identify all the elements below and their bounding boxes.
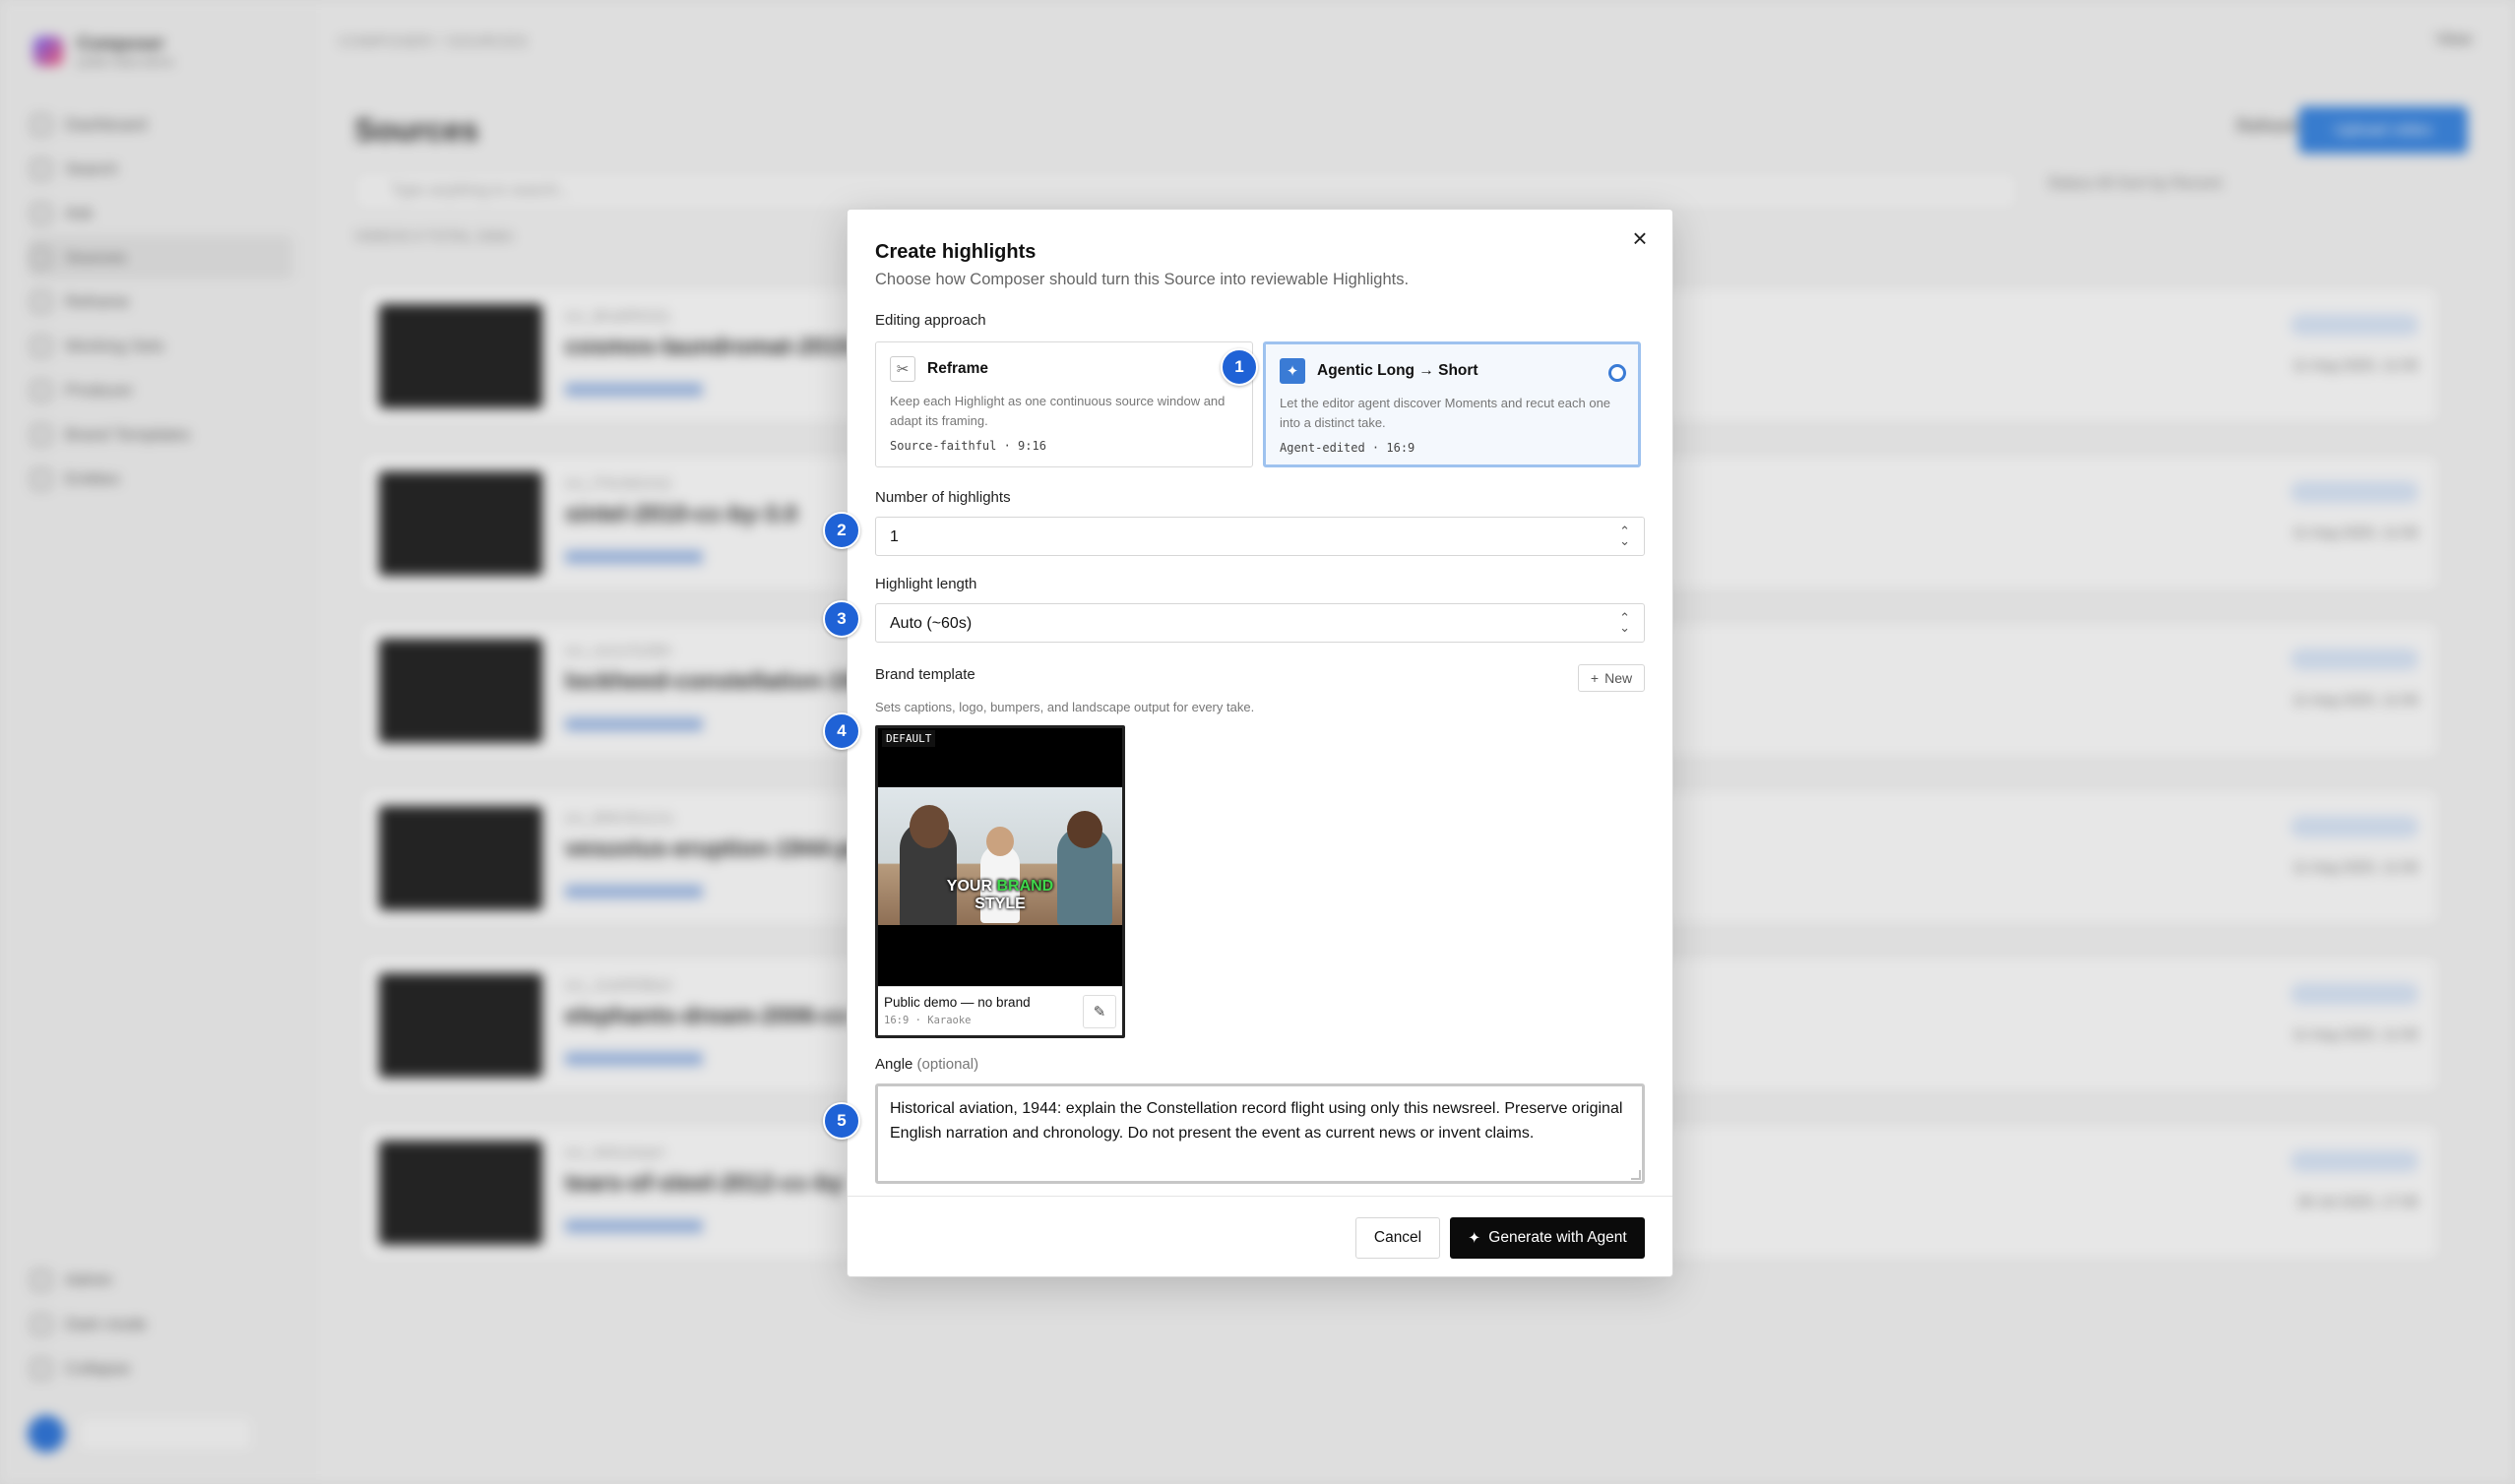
chevron-updown-icon: ⌃ ⌄	[1619, 610, 1630, 635]
template-caption-preview: YOUR BRAND STYLE	[878, 878, 1122, 913]
step-marker-5: 5	[823, 1102, 860, 1140]
scissors-icon: ✂	[890, 356, 915, 382]
dialog-footer-divider	[848, 1196, 1672, 1197]
number-of-highlights-input[interactable]: 1 ⌃ ⌄	[875, 517, 1645, 556]
template-name: Public demo — no brand	[884, 995, 1031, 1010]
step-marker-2: 2	[823, 512, 860, 549]
angle-label: Angle (optional)	[875, 1056, 978, 1073]
new-template-button[interactable]: + New	[1578, 664, 1645, 692]
sparkles-icon: ✦	[1280, 358, 1305, 384]
resize-handle-icon[interactable]	[1631, 1170, 1641, 1180]
plus-icon: +	[1590, 670, 1600, 686]
caption-accent-word: BRAND	[996, 878, 1054, 895]
approach-description: Let the editor agent discover Moments an…	[1280, 396, 1611, 430]
template-meta: 16:9 · Karaoke	[884, 1015, 972, 1026]
approach-option-agentic[interactable]: ✦ Agentic Long → Short Let the editor ag…	[1263, 341, 1641, 467]
approach-meta: Agent-edited · 16:9	[1280, 441, 1415, 455]
brand-template-hint: Sets captions, logo, bumpers, and landsc…	[875, 700, 1255, 714]
default-badge: DEFAULT	[882, 730, 936, 747]
highlight-length-select[interactable]: Auto (~60s) ⌃ ⌄	[875, 603, 1645, 643]
create-highlights-dialog: × Create highlights Choose how Composer …	[847, 209, 1673, 1277]
approach-option-reframe[interactable]: ✂ Reframe Keep each Highlight as one con…	[875, 341, 1253, 467]
approach-meta: Source-faithful · 9:16	[890, 439, 1046, 453]
cancel-button[interactable]: Cancel	[1355, 1217, 1440, 1259]
sparkles-icon: ✦	[1468, 1229, 1481, 1247]
approach-title: Reframe	[927, 360, 989, 377]
approach-description: Keep each Highlight as one continuous so…	[890, 394, 1226, 428]
close-icon[interactable]: ×	[1625, 223, 1655, 253]
number-of-highlights-value: 1	[890, 528, 899, 545]
selected-radio[interactable]	[1608, 364, 1626, 382]
number-of-highlights-label: Number of highlights	[875, 489, 1011, 506]
caption-word: STYLE	[975, 896, 1026, 912]
brand-template-label: Brand template	[875, 666, 975, 683]
brand-template-card[interactable]: DEFAULT YOUR BRAND STYLE Public demo — n…	[875, 725, 1125, 1038]
step-marker-4: 4	[823, 712, 860, 750]
new-template-label: New	[1604, 670, 1633, 686]
highlight-length-value: Auto (~60s)	[890, 615, 973, 632]
pencil-icon[interactable]: ✎	[1083, 995, 1116, 1028]
highlight-length-label: Highlight length	[875, 576, 977, 592]
angle-optional-text: (optional)	[916, 1056, 979, 1073]
generate-with-agent-button[interactable]: ✦ Generate with Agent	[1450, 1217, 1645, 1259]
angle-textarea[interactable]: Historical aviation, 1944: explain the C…	[875, 1083, 1645, 1184]
approach-title: Agentic Long → Short	[1317, 362, 1478, 379]
step-marker-3: 3	[823, 600, 860, 638]
dialog-subtitle: Choose how Composer should turn this Sou…	[875, 271, 1410, 288]
template-preview-image: YOUR BRAND STYLE	[878, 787, 1122, 925]
angle-label-text: Angle	[875, 1056, 913, 1073]
step-marker-1: 1	[1221, 348, 1258, 386]
chevron-updown-icon[interactable]: ⌃ ⌄	[1619, 525, 1630, 547]
template-footer: Public demo — no brand 16:9 · Karaoke ✎	[878, 986, 1122, 1035]
caption-word: YOUR	[946, 878, 992, 895]
dialog-title: Create highlights	[875, 241, 1037, 263]
generate-label: Generate with Agent	[1488, 1229, 1627, 1246]
editing-approach-label: Editing approach	[875, 312, 986, 329]
